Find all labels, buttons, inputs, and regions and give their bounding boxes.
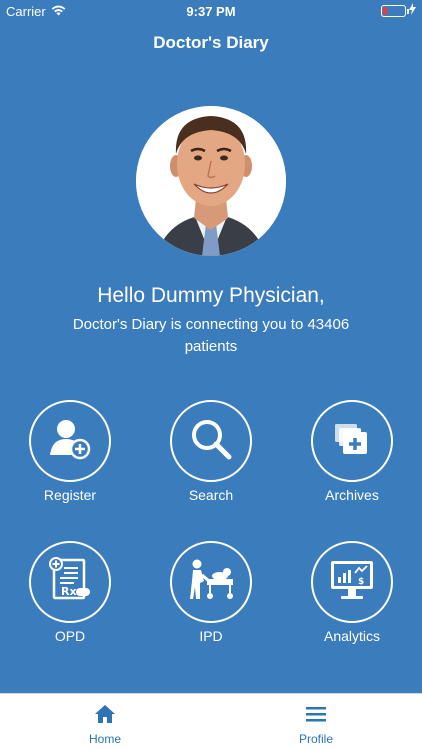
opd-icon-circle: Rx [29,541,111,623]
search-icon-circle [170,400,252,482]
stretcher-icon [185,557,237,608]
avatar [136,106,286,256]
register-icon-circle [29,400,111,482]
status-time: 9:37 PM [186,4,236,19]
archives-button[interactable]: Archives [292,400,412,503]
home-icon [55,702,155,726]
archive-folders-icon [329,416,375,467]
tab-bar: Home Profile [0,693,422,750]
tab-home[interactable]: Home [55,702,155,746]
charging-icon [409,3,416,18]
tab-home-label: Home [88,732,121,746]
patient-count-text: Doctor's Diary is connecting you to 4340… [72,316,350,355]
analytics-icon-circle: $ [311,541,393,623]
ipd-button[interactable]: IPD [151,541,271,644]
opd-label: OPD [54,628,86,644]
archives-label: Archives [325,487,379,503]
status-bar: Carrier 9:37 PM [0,0,422,22]
search-label: Search [188,487,234,503]
add-user-icon [46,415,94,468]
battery-icon [381,4,409,17]
register-button[interactable]: Register [10,400,130,503]
analytics-label: Analytics [323,628,381,644]
ipd-icon-circle [170,541,252,623]
prescription-icon: Rx [44,554,96,611]
menu-icon [266,702,366,726]
register-label: Register [43,487,97,503]
tab-profile-label: Profile [298,732,333,746]
greeting-text: Hello Dummy Physician, [97,284,325,307]
page-title: Doctor's Diary [153,33,269,52]
opd-button[interactable]: Rx OPD [10,541,130,644]
archives-icon-circle [311,400,393,482]
search-icon [188,416,234,467]
doctor-portrait [136,106,286,256]
tab-profile[interactable]: Profile [266,702,366,746]
svg-text:$: $ [358,577,364,587]
analytics-button[interactable]: $ Analytics [292,541,412,644]
search-button[interactable]: Search [151,400,271,503]
status-right [381,3,416,18]
svg-text:Rx: Rx [61,585,77,598]
ipd-label: IPD [199,628,223,644]
analytics-monitor-icon: $ [327,557,377,608]
